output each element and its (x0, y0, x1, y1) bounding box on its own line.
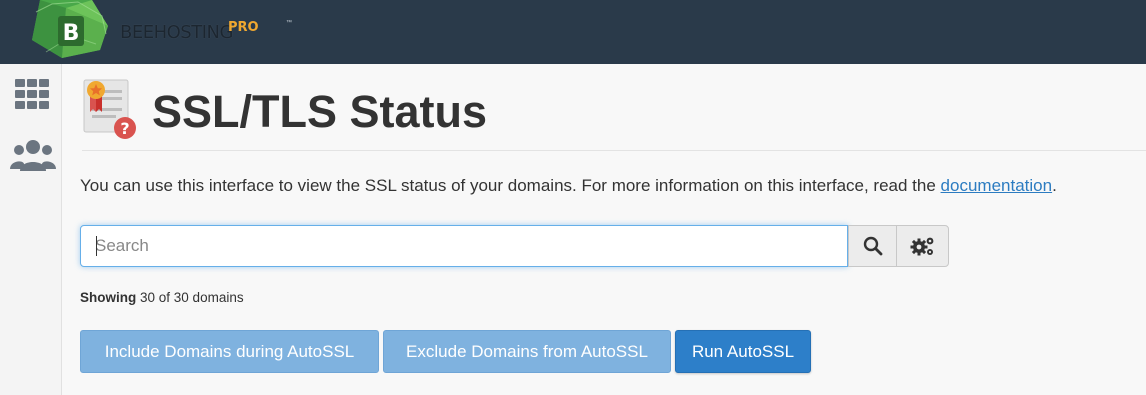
logo-letter: B (63, 21, 80, 46)
description-end: . (1052, 176, 1057, 195)
search-input[interactable] (80, 225, 848, 267)
trademark-mark: ™ (286, 20, 292, 26)
search-icon (863, 236, 882, 256)
users-icon[interactable] (10, 139, 56, 173)
page-description: You can use this interface to view the S… (80, 176, 1057, 196)
top-bar: B BEEHOSTING PRO ™ (0, 0, 1146, 64)
certificate-status-icon: ? (83, 79, 136, 139)
title-divider (82, 150, 1146, 151)
brand-name: BEEHOSTING (120, 22, 233, 43)
brand-suffix: PRO (228, 20, 259, 35)
main-content: ? SSL/TLS Status You can use this interf… (62, 64, 1146, 395)
logo-gem-icon: B (32, 0, 108, 58)
exclude-domains-button[interactable]: Exclude Domains from AutoSSL (383, 330, 671, 373)
search-group (80, 225, 949, 267)
documentation-link[interactable]: documentation (941, 176, 1053, 195)
search-button[interactable] (848, 225, 897, 267)
showing-count: 30 of 30 domains (140, 290, 244, 305)
search-settings-button[interactable] (896, 225, 949, 267)
svg-text:?: ? (120, 119, 129, 138)
cogs-icon (910, 237, 933, 256)
include-domains-button[interactable]: Include Domains during AutoSSL (80, 330, 379, 373)
sidebar (0, 64, 62, 395)
page-title: SSL/TLS Status (152, 86, 488, 137)
results-count: Showing 30 of 30 domains (80, 290, 244, 305)
description-text: You can use this interface to view the S… (80, 176, 936, 195)
brand-logo[interactable]: B BEEHOSTING PRO ™ (22, 0, 312, 64)
run-autossl-button[interactable]: Run AutoSSL (675, 330, 811, 373)
grid-icon[interactable] (13, 77, 51, 111)
text-caret (96, 236, 97, 256)
showing-label: Showing (80, 290, 137, 305)
